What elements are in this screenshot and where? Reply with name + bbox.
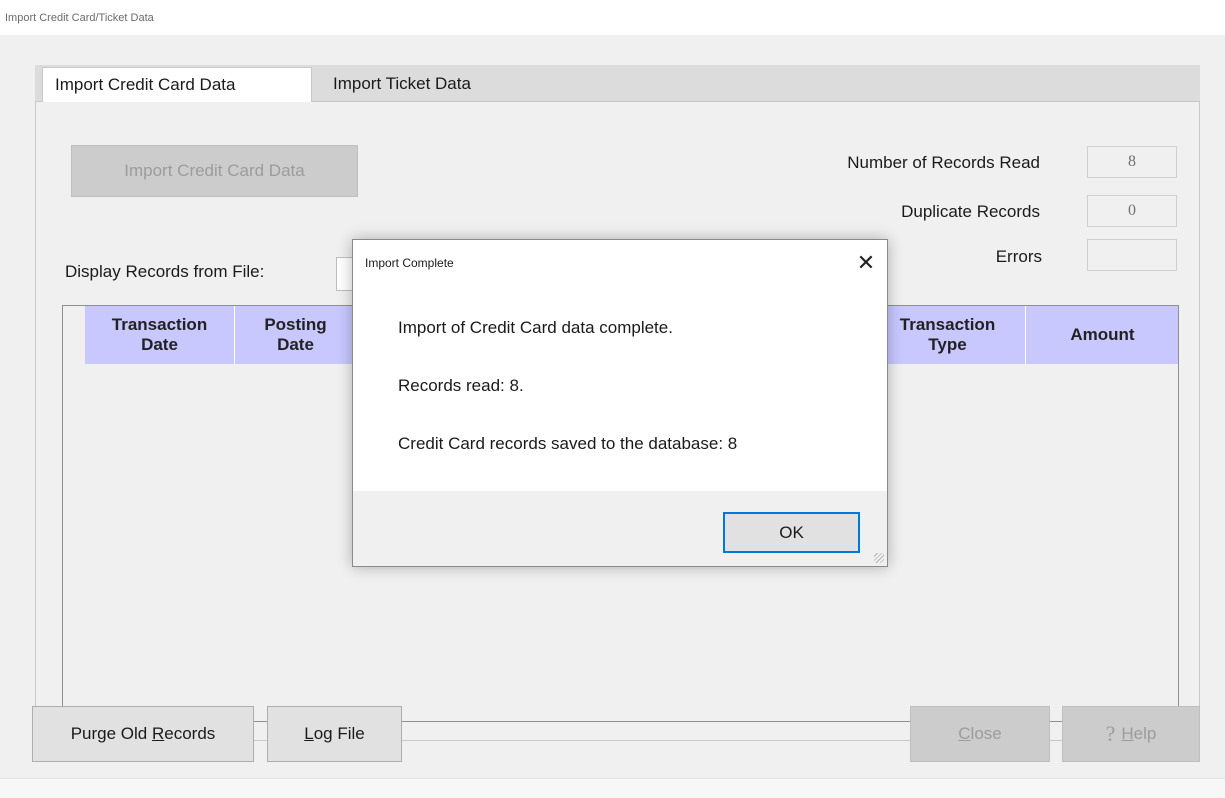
mnemonic: L — [304, 724, 314, 743]
close-icon[interactable]: ✕ — [851, 248, 881, 278]
mnemonic: C — [958, 724, 971, 743]
help-icon: ? — [1105, 721, 1116, 746]
column-header-line: Transaction — [111, 315, 208, 334]
close-button[interactable]: Close — [910, 706, 1050, 762]
help-button[interactable]: ? Help — [1062, 706, 1200, 762]
tab-import-credit-card-data[interactable]: Import Credit Card Data — [42, 67, 312, 102]
column-header-line: Date — [141, 335, 178, 354]
button-label: og File — [313, 724, 365, 743]
dialog-title: Import Complete — [365, 256, 454, 270]
display-records-label: Display Records from File: — [65, 262, 265, 281]
column-header-line: Amount — [1070, 325, 1135, 344]
column-header-transaction-date[interactable]: Transaction Date — [85, 306, 235, 364]
column-header-line: Type — [928, 335, 967, 354]
purge-old-records-button[interactable]: Purge Old Records — [32, 706, 254, 762]
dialog-message: Records read: 8. — [398, 376, 524, 395]
dialog-message: Credit Card records saved to the databas… — [398, 434, 738, 453]
ok-button[interactable]: OK — [723, 512, 860, 553]
column-header-posting-date[interactable]: Posting Date — [236, 306, 356, 364]
window-title: Import Credit Card/Ticket Data — [5, 12, 154, 24]
mnemonic: R — [151, 724, 165, 743]
dialog-message: Import of Credit Card data complete. — [398, 318, 673, 337]
dialog-footer: OK — [353, 491, 887, 566]
duplicate-records-field: 0 — [1087, 195, 1177, 227]
column-header-line: Posting — [264, 315, 327, 334]
resize-grip-icon[interactable] — [874, 553, 884, 563]
column-header-transaction-type[interactable]: Transaction Type — [870, 306, 1026, 364]
status-strip — [0, 778, 1225, 798]
button-label: elp — [1133, 724, 1157, 743]
records-read-field: 8 — [1087, 146, 1177, 178]
mnemonic: H — [1121, 724, 1134, 743]
button-label: Purge Old — [70, 724, 152, 743]
tab-import-ticket-data[interactable]: Import Ticket Data — [325, 67, 479, 101]
log-file-button[interactable]: Log File — [267, 706, 402, 762]
button-label: lose — [970, 724, 1002, 743]
column-header-line: Transaction — [899, 315, 996, 334]
duplicate-records-label: Duplicate Records — [901, 202, 1040, 221]
import-credit-card-data-button[interactable]: Import Credit Card Data — [71, 145, 358, 197]
records-read-label: Number of Records Read — [847, 153, 1040, 172]
column-header-amount[interactable]: Amount — [1027, 306, 1178, 364]
button-label: ecords — [164, 724, 216, 743]
column-header-line: Date — [277, 335, 314, 354]
import-complete-dialog: Import Complete ✕ Import of Credit Card … — [352, 239, 888, 567]
errors-field — [1087, 239, 1177, 271]
